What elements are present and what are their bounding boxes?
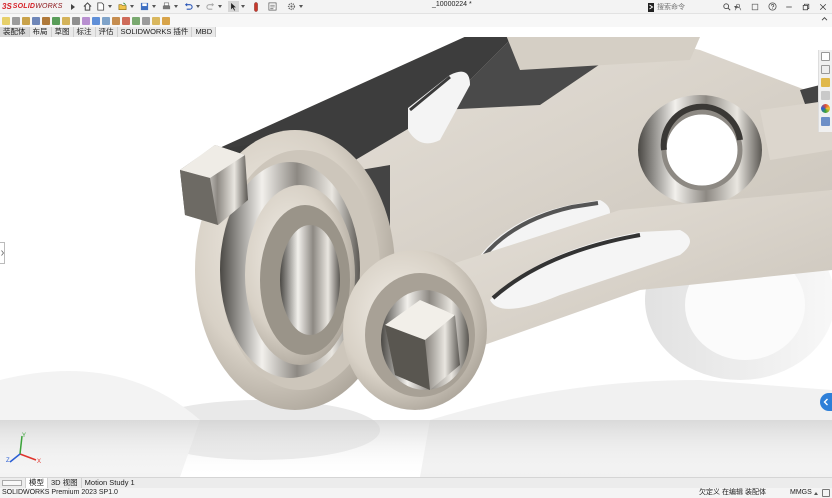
move-component-icon[interactable] (52, 16, 60, 25)
solidworks-resources-icon[interactable] (821, 52, 830, 61)
instant3d-icon[interactable] (122, 16, 130, 25)
update-speedpak-icon[interactable] (132, 16, 140, 25)
solidworks-wordmark: SOLIDWORKS (13, 3, 63, 10)
tab-motion-study-1[interactable]: Motion Study 1 (80, 478, 138, 488)
large-assembly-icon[interactable] (152, 16, 160, 25)
quick-access-toolbar (83, 1, 306, 12)
model-tabs-bar: 模型 3D 视图 Motion Study 1 (0, 477, 832, 488)
status-bar: SOLIDWORKS Premium 2023 SP1.0 欠定义 在编辑 装配… (0, 488, 832, 498)
design-library-icon[interactable] (821, 65, 830, 74)
title-bar: 3S SOLIDWORKS _10000224 * 搜索命令 (0, 0, 832, 14)
tab-markup[interactable]: 标注 (74, 27, 96, 37)
collapse-ribbon-chevron-icon[interactable] (821, 16, 828, 23)
insert-component-icon[interactable] (2, 16, 10, 25)
definition-status-text: 欠定义 (699, 489, 720, 496)
tab-sketch[interactable]: 草图 (52, 27, 74, 37)
search-command-box (648, 2, 740, 12)
tab-layout[interactable]: 布局 (30, 27, 52, 37)
task-pane-expand-handle[interactable] (820, 393, 832, 411)
custom-properties-icon[interactable] (821, 117, 830, 126)
tab-evaluate[interactable]: 评估 (96, 27, 118, 37)
quick-tips-icon[interactable] (822, 489, 830, 497)
task-pane (818, 50, 832, 132)
solidworks-logo[interactable]: 3S SOLIDWORKS (0, 0, 63, 14)
bill-of-materials-icon[interactable] (102, 16, 110, 25)
take-snapshot-icon[interactable] (142, 16, 150, 25)
document-title[interactable]: _10000224 * (432, 1, 472, 8)
tab-model[interactable]: 模型 (25, 478, 47, 488)
product-version-text: SOLIDWORKS Premium 2023 SP1.0 (2, 489, 118, 496)
save-dropdown-caret-icon[interactable] (151, 5, 156, 8)
file-properties-icon[interactable] (268, 2, 278, 12)
reference-triad: X Y Z (6, 433, 41, 465)
print-dropdown-caret-icon[interactable] (173, 5, 178, 8)
options-dropdown-caret-icon[interactable] (298, 5, 303, 8)
logo-works-text: WORKS (35, 3, 63, 10)
open-icon[interactable] (118, 2, 128, 12)
print-icon[interactable] (162, 2, 172, 12)
mate-icon[interactable] (12, 16, 20, 25)
tools-icon[interactable] (750, 1, 760, 12)
tab-mbd[interactable]: MBD (192, 27, 217, 37)
redo-icon[interactable] (206, 2, 216, 12)
undo-dropdown-caret-icon[interactable] (195, 5, 200, 8)
assembly-visualization-icon[interactable] (162, 16, 170, 25)
restore-icon[interactable] (801, 1, 811, 12)
reference-geometry-icon[interactable] (82, 16, 90, 25)
triad-y-label: Y (22, 433, 26, 439)
unit-system-caret-icon[interactable] (814, 492, 818, 495)
linear-pattern-icon[interactable] (32, 16, 40, 25)
user-icon[interactable] (733, 1, 743, 12)
view-palette-icon[interactable] (821, 91, 830, 100)
appearances-scenes-icon[interactable] (821, 104, 830, 113)
logo-solid-text: SOLID (12, 3, 36, 10)
select-arrow-icon[interactable] (227, 1, 239, 12)
feature-manager-toggle-handle[interactable] (0, 242, 5, 264)
show-hidden-icon[interactable] (62, 16, 70, 25)
graphics-area[interactable]: X Y Z (0, 37, 832, 477)
save-icon[interactable] (140, 2, 150, 12)
select-dropdown-caret-icon[interactable] (240, 5, 245, 8)
new-dropdown-caret-icon[interactable] (107, 5, 112, 8)
minimize-icon[interactable] (784, 1, 794, 12)
open-dropdown-caret-icon[interactable] (129, 5, 134, 8)
search-expand-icon[interactable] (648, 2, 654, 12)
command-manager-tabs: 装配体 布局 草图 标注 评估 SOLIDWORKS 插件 MBD (0, 27, 217, 37)
command-manager-toolbar (0, 14, 832, 27)
ds-logo-mark: 3S (2, 2, 12, 11)
exploded-view-icon[interactable] (112, 16, 120, 25)
new-motion-study-icon[interactable] (92, 16, 100, 25)
component-preview-icon[interactable] (22, 16, 30, 25)
menu-expand-arrow-icon[interactable] (70, 3, 75, 10)
triad-x-label: X (37, 459, 41, 465)
assembly-features-icon[interactable] (72, 16, 80, 25)
edit-status-text: 在编辑 装配体 (722, 489, 766, 496)
triad-z-label: Z (6, 458, 10, 464)
redo-dropdown-caret-icon[interactable] (217, 5, 222, 8)
unit-system-selector[interactable]: MMGS (790, 488, 812, 498)
smart-fasteners-icon[interactable] (42, 16, 50, 25)
new-document-icon[interactable] (96, 2, 106, 12)
tab-3d-views[interactable]: 3D 视图 (47, 478, 81, 488)
rebuild-icon[interactable] (251, 1, 261, 12)
tab-assembly[interactable]: 装配体 (0, 27, 30, 37)
gear-icon[interactable] (287, 2, 297, 12)
file-explorer-icon[interactable] (821, 78, 830, 87)
close-icon[interactable] (818, 1, 828, 12)
home-icon[interactable] (83, 2, 93, 12)
undo-icon[interactable] (184, 2, 194, 12)
assembly-model-render[interactable] (0, 37, 832, 477)
tab-scroll-control[interactable] (2, 480, 22, 486)
search-icon[interactable] (723, 3, 731, 11)
tab-solidworks-addins[interactable]: SOLIDWORKS 插件 (118, 27, 193, 37)
search-input[interactable] (657, 2, 723, 12)
help-icon[interactable] (767, 1, 777, 12)
window-controls (733, 1, 828, 12)
